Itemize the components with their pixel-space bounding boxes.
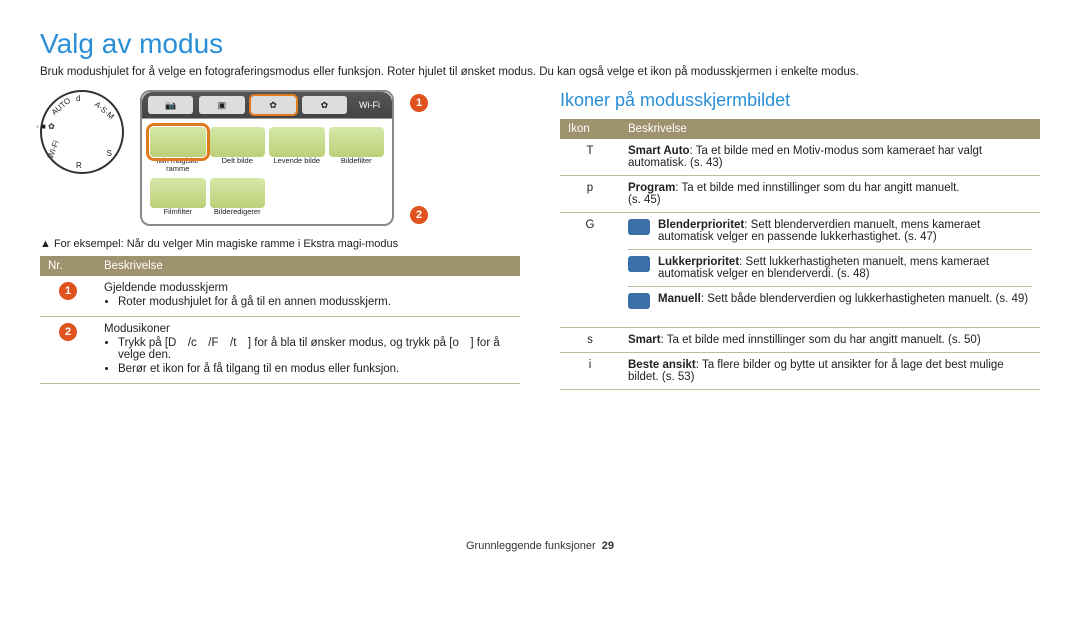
aperture-priority-icon (628, 219, 650, 235)
sub-label: Manuell (658, 293, 701, 305)
mode-icon: p (560, 176, 620, 213)
mode-tab-bar: 📷 ▣ ✿ ✿ Wi-Fi (142, 92, 392, 119)
mode-screen-panel: 📷 ▣ ✿ ✿ Wi-Fi Min magiske ramme Delt bil… (140, 90, 394, 226)
mode-body: : Ta et bilde med innstillinger som du h… (661, 334, 981, 346)
thumb-label: Levende bilde (269, 157, 325, 165)
sub-label: Blenderprioritet (658, 219, 744, 231)
mode-tab[interactable]: ▣ (199, 96, 244, 114)
mode-thumb[interactable] (210, 127, 266, 157)
mode-icon: T (560, 139, 620, 176)
mode-label: Smart (628, 334, 661, 346)
mode-label: Program (628, 182, 675, 194)
wifi-label: Wi-Fi (353, 100, 386, 110)
row-title: Modusikoner (104, 323, 170, 335)
th-desc: Beskrivelse (96, 256, 520, 276)
manual-icon (628, 293, 650, 309)
footer-page-number: 29 (602, 540, 614, 552)
right-heading: Ikoner på modusskjermbildet (560, 90, 1040, 111)
mode-thumb[interactable] (150, 127, 206, 157)
mode-thumb[interactable] (269, 127, 325, 157)
mode-dial-illustration: d A·S·M S R Wi-Fi ◦ ■ ✿ AUTO (40, 90, 124, 174)
th-nr: Nr. (40, 256, 96, 276)
callout-2: 2 (410, 206, 428, 224)
shutter-priority-icon (628, 256, 650, 272)
footer-section: Grunnleggende funksjoner (466, 540, 596, 552)
mode-tab-selected[interactable]: ✿ (251, 96, 296, 114)
mode-label: Smart Auto (628, 145, 690, 157)
page-title: Valg av modus (40, 28, 1040, 60)
mode-thumb[interactable] (329, 127, 385, 157)
mode-icon: i (560, 353, 620, 390)
row-bullet: Trykk på [D /c /F /t ] for å bla til øns… (118, 337, 512, 361)
example-caption: ▲ For eksempel: Når du velger Min magisk… (40, 238, 520, 250)
callout-1: 1 (410, 94, 428, 112)
sub-body: : Sett både blenderverdien og lukkerhast… (701, 293, 1028, 305)
mode-icon: s (560, 328, 620, 353)
mode-body: : Ta et bilde med innstillinger som du h… (675, 182, 959, 194)
thumb-label: Bildefilter (329, 157, 385, 165)
right-table: Ikon Beskrivelse T Smart Auto : Ta et bil… (560, 119, 1040, 390)
intro-text: Bruk modushjulet for å velge en fotograf… (40, 66, 1040, 78)
thumb-label: Bilderedigerer (210, 208, 266, 216)
mode-ref: (s. 45) (628, 194, 661, 206)
row-bullet: Roter modushjulet for å gå til en annen … (118, 296, 512, 308)
th-desc: Beskrivelse (620, 119, 1040, 139)
row-callout: 2 (59, 323, 77, 341)
row-bullet: Berør et ikon for å få tilgang til en mo… (118, 363, 512, 375)
mode-thumb[interactable] (210, 178, 266, 208)
mode-tab[interactable]: ✿ (302, 96, 347, 114)
thumb-label: Min magiske ramme (150, 157, 206, 174)
mode-icon: G (560, 213, 620, 328)
thumb-label: Filmfilter (150, 208, 206, 216)
page-footer: Grunnleggende funksjoner 29 (40, 540, 1040, 552)
row-title: Gjeldende modusskjerm (104, 282, 228, 294)
left-table: Nr. Beskrivelse 1 Gjeldende modusskjerm … (40, 256, 520, 384)
mode-thumb[interactable] (150, 178, 206, 208)
thumb-label: Delt bilde (210, 157, 266, 165)
th-icon: Ikon (560, 119, 620, 139)
mode-label: Beste ansikt (628, 359, 696, 371)
sub-label: Lukkerprioritet (658, 256, 739, 268)
row-callout: 1 (59, 282, 77, 300)
mode-tab[interactable]: 📷 (148, 96, 193, 114)
